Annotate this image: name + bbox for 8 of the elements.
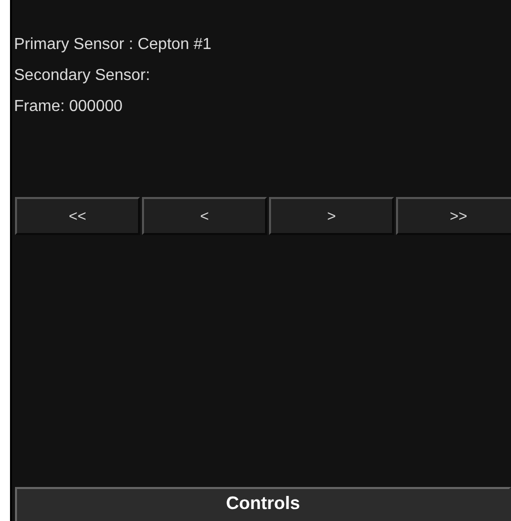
info-text: Primary Sensor : Cepton #1 [14, 35, 212, 55]
info-text: Secondary Sensor: [14, 66, 152, 86]
nav-button[interactable]: >> [396, 197, 511, 235]
nav-button[interactable]: > [269, 197, 394, 235]
nav-button[interactable]: << [15, 197, 140, 235]
info-text: Frame: 000000 [14, 97, 124, 117]
controls-button[interactable]: Controls [15, 487, 511, 521]
nav-button[interactable]: < [142, 197, 267, 235]
